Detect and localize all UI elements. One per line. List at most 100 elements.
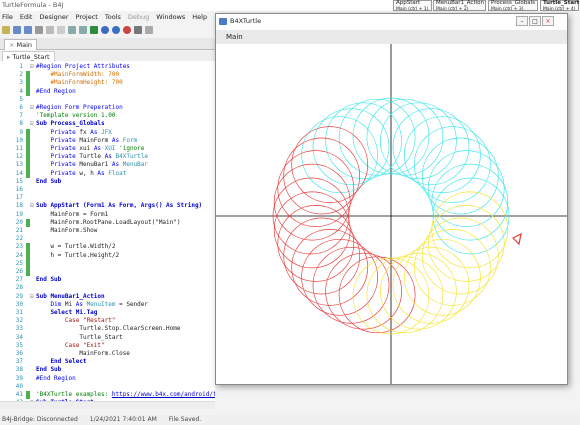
code-text: End Select (36, 358, 87, 366)
redo-icon[interactable] (79, 26, 87, 34)
save-timestamp: 1/24/2021 7:40:01 AM (89, 416, 157, 423)
open-icon[interactable] (2, 26, 10, 34)
forward-icon[interactable] (112, 26, 120, 34)
change-marker (26, 218, 30, 228)
quick-tab[interactable]: AppStart Main (ctrl + 1) (393, 0, 432, 12)
menu-main[interactable]: Main (226, 33, 243, 41)
code-line: 24 h = Turtle.Height/2 (0, 251, 215, 260)
code-text: #End Region (36, 87, 76, 95)
code-line: 7 'Template version 1.00 (0, 112, 215, 120)
change-marker (26, 96, 30, 104)
code-text: 'B4XTurtle examples: https://www.b4x.com… (36, 391, 215, 398)
module-tabs: ▸ Turtle_Start (0, 51, 215, 61)
close-button[interactable]: × (542, 16, 554, 26)
code-text: Private fx As JFX (50, 128, 112, 136)
save-all-icon[interactable] (24, 26, 32, 34)
line-number: 28 (15, 284, 23, 292)
line-number: 22 (15, 235, 23, 243)
app-icon (219, 18, 227, 25)
line-number: 11 (15, 145, 23, 152)
code-text: End Sub (36, 276, 62, 284)
spirograph-circle (338, 256, 416, 334)
quick-tab-shortcut: Main (ctrl + 4) (543, 6, 576, 12)
close-icon[interactable]: × (9, 41, 17, 49)
menu-item-project[interactable]: Project (76, 11, 98, 23)
back-icon[interactable] (101, 26, 109, 34)
menu-item-windows[interactable]: Windows (156, 11, 185, 23)
line-number: 36 (15, 350, 23, 357)
code-text: w = Turtle.Width/2 (36, 243, 116, 251)
menu-item-help[interactable]: Help (192, 11, 207, 23)
minimize-button[interactable]: – (516, 16, 528, 26)
horizontal-scrollbar[interactable] (0, 401, 215, 409)
code-text: Private MenuBar1 As MenuBar (50, 161, 149, 169)
maximize-button[interactable]: □ (529, 16, 541, 26)
code-line: 33 Turtle.Stop.ClearScreen.Home (0, 325, 215, 333)
spirograph-circle (366, 98, 444, 176)
code-line: 11 Private xui As XUI 'ignore (0, 145, 215, 154)
change-marker (26, 276, 30, 284)
change-marker (26, 112, 30, 120)
bridge-status: B4J-Bridge: Disconnected (2, 416, 78, 423)
code-line: 5 (0, 96, 215, 104)
code-text: Private MainForm As Form (50, 136, 138, 144)
line-number: 32 (15, 317, 23, 325)
stop-icon[interactable] (123, 26, 131, 34)
menu-item-edit[interactable]: Edit (20, 11, 33, 23)
line-number: 29 (15, 292, 23, 300)
menu-item-tools[interactable]: Tools (105, 11, 121, 23)
code-line: 20 MainForm.RootPane.LoadLayout("Main") (0, 218, 215, 228)
line-number: 9 (19, 128, 23, 136)
spirograph-circle (338, 98, 416, 176)
copy-icon[interactable] (46, 26, 54, 34)
change-marker (26, 153, 30, 162)
code-text: 'Template version 1.00 (36, 112, 116, 120)
run-icon[interactable] (90, 26, 98, 34)
ide-menubar: File Edit Designer Project Tools Debug Windows… (0, 11, 215, 23)
change-marker (26, 169, 30, 178)
code-text: Sub MenuBar1_Action (36, 292, 105, 300)
code-text: Select Mi.Tag (36, 309, 98, 316)
line-number: 35 (15, 341, 23, 349)
change-marker (26, 383, 30, 391)
line-number: 17 (15, 194, 23, 202)
step-icon[interactable] (145, 26, 153, 34)
paste-icon[interactable] (57, 26, 65, 34)
spirograph-circle (380, 252, 457, 330)
undo-icon[interactable] (68, 26, 76, 34)
code-line: 8 ⊟ Sub Process_Globals (0, 120, 215, 128)
change-marker (26, 251, 30, 260)
line-number: 6 (19, 104, 23, 111)
code-text: #Region Form Preperation (36, 104, 123, 111)
turtle-window-title: B4XTurtle (230, 17, 262, 25)
line-number: 25 (15, 259, 23, 267)
code-line: 40 (0, 383, 215, 391)
cut-icon[interactable] (35, 26, 43, 34)
line-number: 27 (15, 276, 23, 284)
menu-item-designer[interactable]: Designer (39, 11, 68, 23)
save-icon[interactable] (13, 26, 21, 34)
code-line: 22 (0, 235, 215, 243)
line-number: 18 (15, 202, 23, 210)
menu-item-file[interactable]: File (2, 11, 13, 23)
change-marker (26, 235, 30, 243)
quick-tab[interactable]: Turtle_Start Main (ctrl + 4) (540, 0, 579, 12)
breakpoint-icon[interactable] (134, 26, 142, 34)
change-marker (26, 366, 30, 374)
line-number: 15 (15, 177, 23, 185)
change-marker (26, 301, 30, 309)
code-line: 15 End Sub (0, 178, 215, 186)
quick-tab[interactable]: MenuBar1_Action Main (ctrl + 2) (433, 0, 486, 12)
code-line: 25 (0, 259, 215, 269)
tab-main[interactable]: × Main (4, 39, 38, 50)
code-editor[interactable]: 1 ⊟ #Region Project Attributes 2 #MainFormW… (0, 61, 215, 401)
change-marker (26, 194, 30, 202)
tab-turtle-start[interactable]: ▸ Turtle_Start (2, 51, 55, 61)
quick-tab[interactable]: Process_Globals Main (ctrl + 3) (488, 0, 538, 12)
change-marker (26, 87, 30, 96)
line-number: 39 (15, 374, 23, 382)
code-text: #MainFormHeight: 700 (36, 79, 123, 87)
line-number: 30 (15, 300, 23, 308)
code-text: #End Region (36, 374, 76, 382)
menu-item-debug[interactable]: Debug (128, 11, 149, 23)
